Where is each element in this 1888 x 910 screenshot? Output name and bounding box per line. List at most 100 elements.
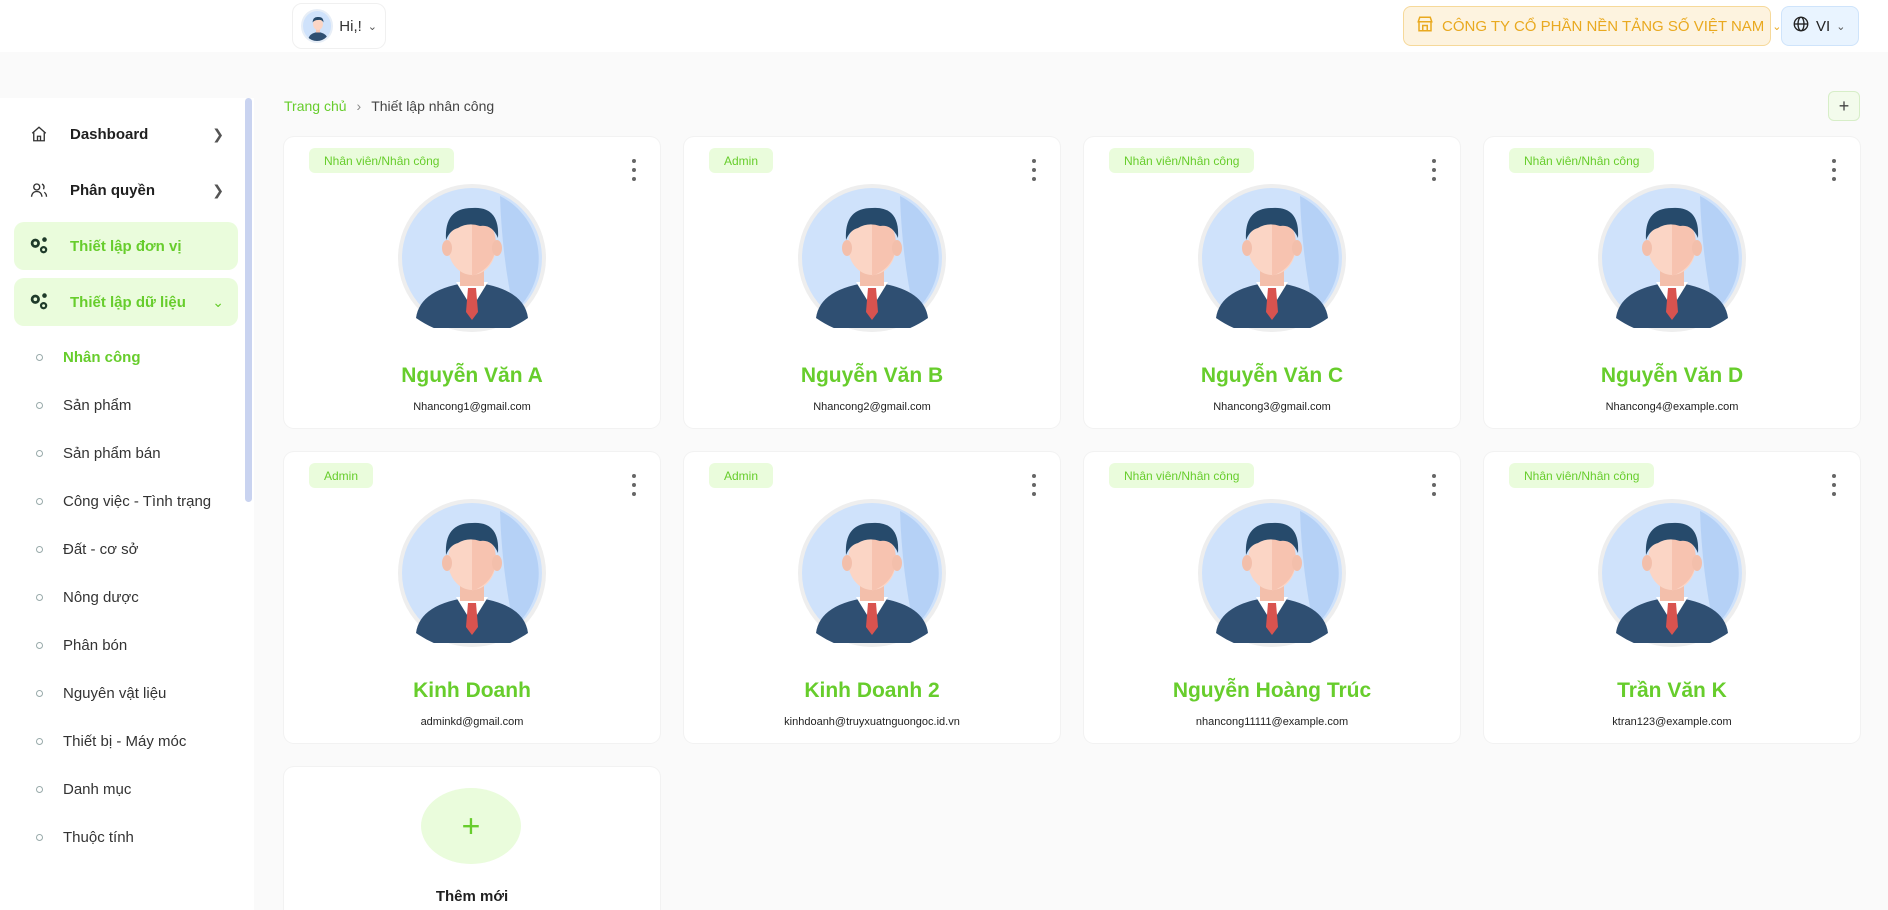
language-selector[interactable]: VI ⌄ — [1781, 6, 1859, 46]
employee-card[interactable]: Nhân viên/Nhân công Nguyễn Văn C Nhancon… — [1084, 137, 1460, 428]
top-bar: Hi,! ⌄ CÔNG TY CỔ PHẦN NỀN TẢNG SỐ VIỆT … — [0, 0, 1888, 52]
employee-email: Nhancong3@gmail.com — [1213, 401, 1331, 413]
sidebar-item-label: Phân quyền — [70, 181, 156, 199]
chevron-down-icon: ⌄ — [367, 20, 377, 33]
sidebar-item-unit-settings[interactable]: Thiết lập đơn vị — [14, 222, 238, 270]
employee-card[interactable]: Nhân viên/Nhân công Nguyễn Văn A Nhancon… — [284, 137, 660, 428]
more-options-icon[interactable] — [630, 474, 638, 496]
bullet-icon — [36, 737, 43, 745]
sidebar-subitem-fertilizer[interactable]: Phân bón — [36, 633, 127, 657]
sidebar-subitem-land[interactable]: Đất - cơ sở — [36, 537, 139, 561]
more-options-icon[interactable] — [1430, 474, 1438, 496]
employee-name: Kinh Doanh 2 — [804, 679, 940, 702]
employee-email: Nhancong1@gmail.com — [413, 401, 531, 413]
employee-email: Nhancong4@example.com — [1605, 401, 1739, 413]
more-options-icon[interactable] — [1830, 159, 1838, 181]
employee-name: Trần Văn K — [1617, 679, 1727, 702]
company-name: CÔNG TY CỔ PHẦN NỀN TẢNG SỐ VIỆT NAM — [1442, 17, 1765, 35]
employee-name: Nguyễn Văn D — [1600, 364, 1744, 387]
sidebar-subitem-label: Thiết bị - Máy móc — [63, 732, 187, 750]
more-options-icon[interactable] — [1830, 474, 1838, 496]
role-badge: Admin — [709, 148, 774, 173]
bullet-icon — [36, 689, 43, 697]
sidebar-subitem-label: Sản phẩm bán — [63, 444, 161, 462]
add-new-card[interactable]: + Thêm mới — [284, 767, 660, 910]
employee-name: Nguyễn Văn B — [800, 364, 944, 387]
more-options-icon[interactable] — [1430, 159, 1438, 181]
gears-icon — [28, 291, 50, 313]
employee-card[interactable]: Nhân viên/Nhân công Trần Văn K ktran123@… — [1484, 452, 1860, 743]
avatar — [1598, 184, 1746, 332]
employee-email: kinhdoanh@truyxuatnguongoc.id.vn — [784, 716, 960, 728]
sidebar-subitem-label: Thuộc tính — [63, 828, 134, 846]
sidebar: Dashboard ❯ Phân quyền ❯ Thiết lập đơn v… — [0, 98, 254, 910]
sidebar-subitem-categories[interactable]: Danh mục — [36, 777, 131, 801]
avatar — [301, 9, 334, 43]
greeting-text: Hi,! — [339, 17, 362, 35]
chevron-right-icon: ❯ — [212, 181, 224, 198]
sidebar-subitem-labor[interactable]: Nhân công — [36, 345, 141, 369]
avatar — [398, 499, 546, 647]
add-button[interactable]: + — [1828, 91, 1860, 121]
bullet-icon — [36, 545, 43, 553]
more-options-icon[interactable] — [630, 159, 638, 181]
breadcrumb-current: Thiết lập nhân công — [371, 98, 495, 114]
sidebar-scrollbar[interactable] — [245, 98, 252, 502]
sidebar-subitem-materials[interactable]: Nguyên vật liệu — [36, 681, 166, 705]
sidebar-item-label: Thiết lập đơn vị — [70, 237, 182, 255]
gears-icon — [28, 235, 50, 257]
avatar — [1598, 499, 1746, 647]
sidebar-item-permissions[interactable]: Phân quyền ❯ — [14, 166, 238, 214]
employee-card[interactable]: Nhân viên/Nhân công Nguyễn Hoàng Trúc nh… — [1084, 452, 1460, 743]
home-icon — [28, 123, 50, 145]
chevron-down-icon: ⌄ — [212, 293, 224, 310]
sidebar-subitem-pesticides[interactable]: Nông dược — [36, 585, 139, 609]
role-badge: Admin — [709, 463, 774, 488]
users-icon — [28, 179, 50, 201]
more-options-icon[interactable] — [1030, 159, 1038, 181]
role-badge: Nhân viên/Nhân công — [1509, 463, 1655, 488]
sidebar-subitem-tasks[interactable]: Công việc - Tình trạng — [36, 489, 211, 513]
company-selector[interactable]: CÔNG TY CỔ PHẦN NỀN TẢNG SỐ VIỆT NAM ⌄ — [1403, 6, 1782, 46]
more-options-icon[interactable] — [1030, 474, 1038, 496]
language-label: VI — [1816, 17, 1831, 35]
breadcrumb: Trang chủ › Thiết lập nhân công — [284, 98, 494, 114]
employee-email: adminkd@gmail.com — [420, 716, 524, 728]
employee-card[interactable]: Admin Kinh Doanh adminkd@gmail.com — [284, 452, 660, 743]
employee-name: Nguyễn Văn C — [1200, 364, 1344, 387]
employee-card[interactable]: Admin Kinh Doanh 2 kinhdoanh@truyxuatngu… — [684, 452, 1060, 743]
role-badge: Admin — [309, 463, 374, 488]
employee-card[interactable]: Admin Nguyễn Văn B Nhancong2@gmail.com — [684, 137, 1060, 428]
sidebar-subitem-products[interactable]: Sản phẩm — [36, 393, 131, 417]
employee-card[interactable]: Nhân viên/Nhân công Nguyễn Văn D Nhancon… — [1484, 137, 1860, 428]
sidebar-subitem-label: Danh mục — [63, 780, 132, 798]
sidebar-subitem-label: Đất - cơ sở — [63, 540, 139, 558]
sidebar-subitem-label: Nông dược — [63, 588, 139, 606]
globe-icon — [1792, 15, 1810, 37]
user-menu[interactable]: Hi,! ⌄ — [292, 3, 386, 49]
employee-name: Nguyễn Hoàng Trúc — [1172, 679, 1372, 702]
employee-name: Kinh Doanh — [413, 679, 531, 702]
role-badge: Nhân viên/Nhân công — [309, 148, 455, 173]
sidebar-subitem-products-sold[interactable]: Sản phẩm bán — [36, 441, 161, 465]
breadcrumb-home-link[interactable]: Trang chủ — [284, 98, 347, 114]
role-badge: Nhân viên/Nhân công — [1109, 148, 1255, 173]
bullet-icon — [36, 353, 43, 361]
sidebar-subitem-label: Sản phẩm — [63, 396, 132, 414]
sidebar-subitem-label: Công việc - Tình trạng — [63, 492, 212, 510]
employee-email: Nhancong2@gmail.com — [813, 401, 931, 413]
avatar — [798, 184, 946, 332]
employee-email: nhancong11111@example.com — [1195, 716, 1349, 728]
sidebar-subitem-label: Nguyên vật liệu — [63, 684, 167, 702]
sidebar-subitem-attributes[interactable]: Thuộc tính — [36, 825, 134, 849]
app-root: Hi,! ⌄ CÔNG TY CỔ PHẦN NỀN TẢNG SỐ VIỆT … — [0, 0, 1888, 910]
avatar — [1198, 499, 1346, 647]
employee-name: Nguyễn Văn A — [401, 364, 543, 387]
avatar — [1198, 184, 1346, 332]
sidebar-subitem-equipment[interactable]: Thiết bị - Máy móc — [36, 729, 186, 753]
chevron-right-icon: › — [356, 98, 362, 114]
sidebar-item-data-settings[interactable]: Thiết lập dữ liệu ⌄ — [14, 278, 238, 326]
bullet-icon — [36, 401, 43, 409]
sidebar-item-dashboard[interactable]: Dashboard ❯ — [14, 110, 238, 158]
role-badge: Nhân viên/Nhân công — [1509, 148, 1655, 173]
